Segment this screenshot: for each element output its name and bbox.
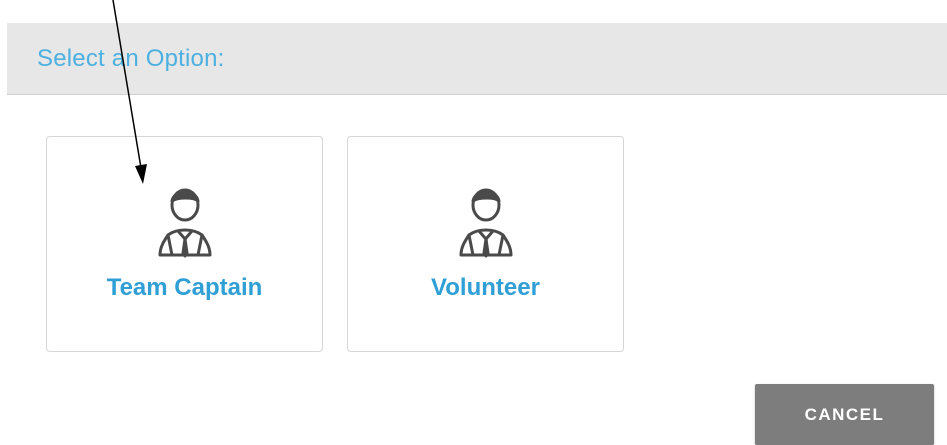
option-label: Team Captain (106, 274, 263, 301)
user-icon (158, 188, 211, 258)
dialog-header: Select an Option: (7, 23, 947, 95)
option-list: Team Captain Volunteer (46, 136, 624, 352)
option-dialog: Select an Option: Team Captain Volunteer… (0, 0, 947, 445)
cancel-button[interactable]: CANCEL (755, 384, 934, 445)
dialog-title: Select an Option: (37, 45, 225, 72)
option-label: Volunteer (431, 274, 540, 301)
option-volunteer[interactable]: Volunteer (347, 136, 624, 352)
user-icon (459, 188, 512, 258)
option-team-captain[interactable]: Team Captain (46, 136, 323, 352)
